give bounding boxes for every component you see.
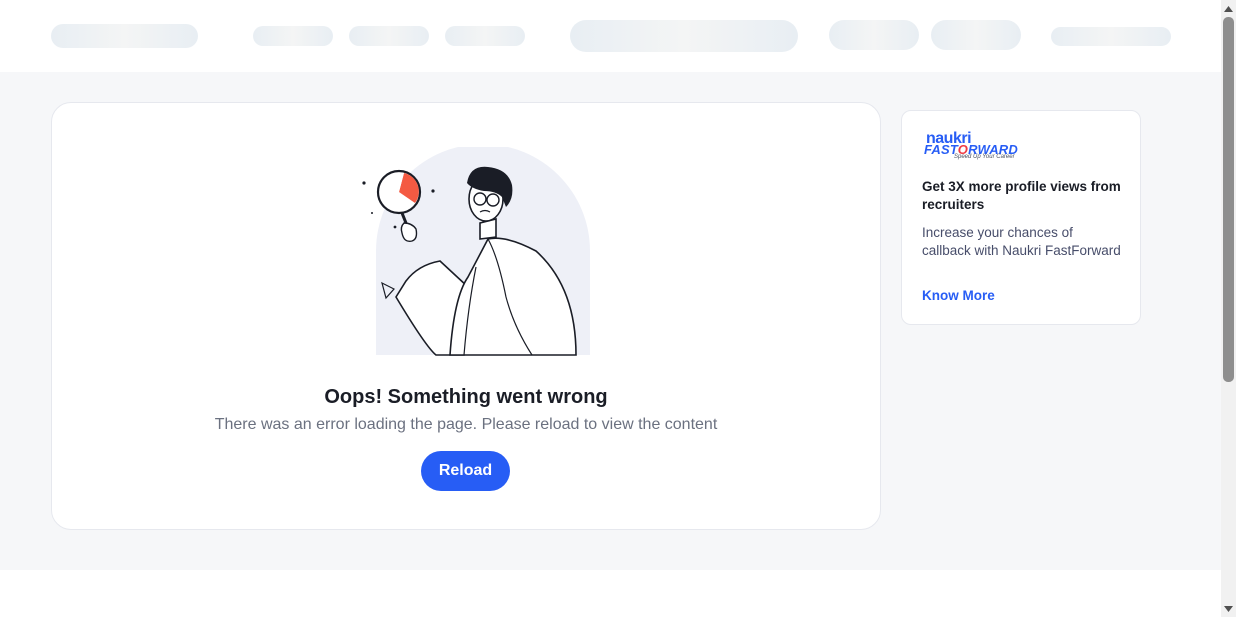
promo-title: Get 3X more profile views from recruiter…: [922, 179, 1121, 212]
logo-skeleton: [51, 24, 198, 48]
nav-item-skeleton: [349, 26, 429, 46]
top-navbar-loading: [0, 0, 1221, 72]
reload-button[interactable]: Reload: [421, 451, 510, 491]
search-bar-skeleton: [570, 20, 798, 52]
arrow-up-icon[interactable]: [1221, 0, 1236, 17]
know-more-link[interactable]: Know More: [922, 288, 995, 303]
promo-body: Increase your chances of callback with N…: [922, 225, 1121, 258]
error-card: Oops! Something went wrong There was an …: [51, 102, 881, 530]
arrow-down-icon[interactable]: [1221, 600, 1236, 617]
fastforward-promo-card: naukri FASTORWARD Speed Up Your Career G…: [901, 110, 1141, 325]
nav-item-skeleton: [253, 26, 333, 46]
link-skeleton: [1051, 27, 1171, 46]
magnifier-person-illustration: [362, 147, 590, 356]
button-skeleton: [829, 20, 919, 50]
button-skeleton: [931, 20, 1021, 50]
naukri-fastforward-logo: naukri FASTORWARD Speed Up Your Career: [924, 130, 1034, 163]
logo-tagline: Speed Up Your Career: [954, 154, 1015, 160]
nav-item-skeleton: [445, 26, 525, 46]
scrollbar-thumb[interactable]: [1223, 17, 1234, 382]
vertical-scrollbar[interactable]: [1221, 0, 1236, 617]
error-title: Oops! Something went wrong: [324, 386, 608, 408]
error-message: There was an error loading the page. Ple…: [214, 416, 718, 433]
